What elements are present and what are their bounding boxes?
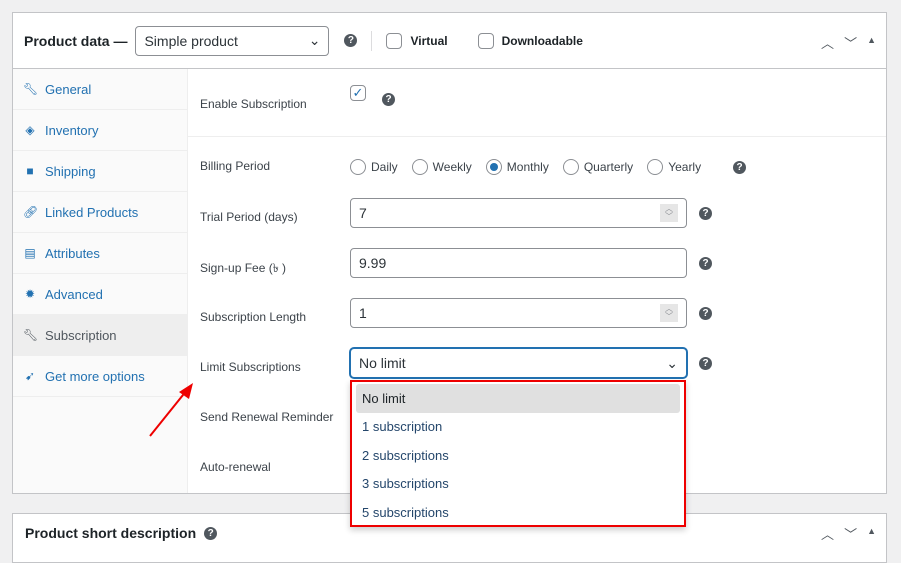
trial-value: 7 <box>359 205 367 221</box>
help-icon[interactable]: ? <box>699 207 712 220</box>
panel-header: Product data — Simple product ⌄ ? Virtual… <box>13 13 886 69</box>
signup-fee-label: Sign-up Fee (৳ ) <box>200 261 287 275</box>
length-value: 1 <box>359 305 367 321</box>
dropdown-option[interactable]: 3 subscriptions <box>356 470 680 499</box>
help-icon[interactable]: ? <box>699 307 712 320</box>
limit-value: No limit <box>359 355 406 371</box>
radio-button[interactable] <box>411 159 428 175</box>
trial-period-input[interactable]: 7 ︿ ﹀ <box>350 198 687 228</box>
radio-label: Daily <box>371 160 398 174</box>
help-icon[interactable]: ? <box>382 93 395 106</box>
chevron-down-icon: ⌄ <box>666 354 678 371</box>
virtual-label: Virtual <box>410 33 448 48</box>
billing-period-radios: Daily Weekly Monthly Quarterly Yearly <box>350 159 715 175</box>
sidebar-item-label: General <box>45 81 92 97</box>
sidebar-item-subscription[interactable]: 🔧︎ Subscription <box>13 315 187 356</box>
trial-period-label: Trial Period (days) <box>200 210 298 224</box>
fee-value: 9.99 <box>359 255 387 271</box>
move-down-icon[interactable]: ﹀ <box>844 33 857 52</box>
subscription-length-label: Subscription Length <box>200 310 307 324</box>
short-description-title: Product short description <box>25 525 197 541</box>
dropdown-option[interactable]: 1 subscription <box>356 413 680 442</box>
auto-renewal-label: Auto-renewal <box>200 460 271 474</box>
billing-option-daily[interactable]: Daily <box>350 159 398 175</box>
sidebar-item-label: Shipping <box>45 163 96 179</box>
radio-button[interactable] <box>562 159 579 175</box>
sidebar-item-label: Attributes <box>45 245 100 261</box>
sidebar-item-label: Inventory <box>45 122 99 138</box>
truck-icon: ■ <box>26 164 34 178</box>
sidebar-item-advanced[interactable]: ✹ Advanced <box>13 274 187 315</box>
subscription-length-input[interactable]: 1 ︿ ﹀ <box>350 298 687 328</box>
sidebar-item-label: Get more options <box>45 368 145 384</box>
sidebar-item-general[interactable]: 🔧︎ General <box>13 69 187 110</box>
radio-button[interactable] <box>485 159 502 175</box>
help-icon[interactable]: ? <box>204 526 218 540</box>
limit-subscriptions-select[interactable]: No limit ⌄ <box>350 348 687 378</box>
sidebar-item-shipping[interactable]: ■ Shipping <box>13 151 187 192</box>
dropdown-option[interactable]: 2 subscriptions <box>356 441 680 470</box>
collapse-icon[interactable]: ▲ <box>867 526 876 543</box>
sidebar-item-label: Advanced <box>45 286 103 302</box>
billing-option-monthly[interactable]: Monthly <box>485 159 549 175</box>
radio-button[interactable] <box>350 159 366 175</box>
help-icon[interactable]: ? <box>699 357 712 370</box>
billing-option-yearly[interactable]: Yearly <box>647 159 701 175</box>
stepper-icon[interactable]: ︿ ﹀ <box>660 304 678 322</box>
sidebar-item-label: Subscription <box>45 327 117 343</box>
list-icon: ▤ <box>24 246 36 260</box>
help-icon[interactable]: ? <box>344 34 358 47</box>
radio-label: Monthly <box>506 160 549 174</box>
radio-button[interactable] <box>647 159 664 175</box>
radio-label: Weekly <box>432 160 472 174</box>
divider <box>371 30 373 51</box>
limit-subscriptions-label: Limit Subscriptions <box>200 360 301 374</box>
product-type-value: Simple product <box>144 32 238 49</box>
billing-option-weekly[interactable]: Weekly <box>411 159 472 175</box>
radio-label: Yearly <box>668 160 702 174</box>
plugin-icon: ➹ <box>24 369 36 383</box>
gear-icon: ✹ <box>24 287 36 301</box>
annotation-arrow <box>149 383 193 437</box>
renewal-reminder-label: Send Renewal Reminder <box>200 410 334 424</box>
move-up-icon[interactable]: ︿ <box>821 524 834 543</box>
stepper-icon[interactable]: ︿ ﹀ <box>660 204 678 222</box>
virtual-checkbox[interactable] <box>386 32 403 49</box>
sidebar-item-linked-products[interactable]: 🔗︎ Linked Products <box>13 192 187 233</box>
downloadable-checkbox[interactable] <box>477 32 494 49</box>
sidebar-item-inventory[interactable]: ◈ Inventory <box>13 110 187 151</box>
radio-label: Quarterly <box>583 160 634 174</box>
panel-title: Product data — <box>24 32 128 49</box>
enable-subscription-checkbox[interactable]: ✓ <box>350 85 366 101</box>
product-type-select[interactable]: Simple product ⌄ <box>135 25 330 56</box>
downloadable-label: Downloadable <box>501 33 583 48</box>
billing-option-quarterly[interactable]: Quarterly <box>562 159 634 175</box>
help-icon[interactable]: ? <box>699 257 712 270</box>
divider <box>188 136 886 137</box>
enable-subscription-label: Enable Subscription <box>200 97 307 111</box>
billing-period-label: Billing Period <box>200 159 271 173</box>
sidebar-item-label: Linked Products <box>45 204 139 220</box>
move-down-icon[interactable]: ﹀ <box>844 524 857 543</box>
move-up-icon[interactable]: ︿ <box>821 33 834 52</box>
limit-subscriptions-dropdown: No limit 1 subscription 2 subscriptions 3 s… <box>350 380 686 527</box>
link-icon: 🔗︎ <box>23 205 39 219</box>
help-icon[interactable]: ? <box>733 161 746 174</box>
wrench-icon: 🔧︎ <box>23 82 39 96</box>
dropdown-option[interactable]: 5 subscriptions <box>356 498 680 527</box>
chevron-down-icon: ⌄ <box>308 32 321 48</box>
dropdown-option[interactable]: No limit <box>356 384 680 413</box>
sidebar-item-attributes[interactable]: ▤ Attributes <box>13 233 187 274</box>
wrench-icon: 🔧︎ <box>23 328 39 342</box>
signup-fee-input[interactable]: 9.99 <box>350 248 687 278</box>
tag-icon: ◈ <box>25 123 35 137</box>
collapse-icon[interactable]: ▲ <box>867 35 876 52</box>
